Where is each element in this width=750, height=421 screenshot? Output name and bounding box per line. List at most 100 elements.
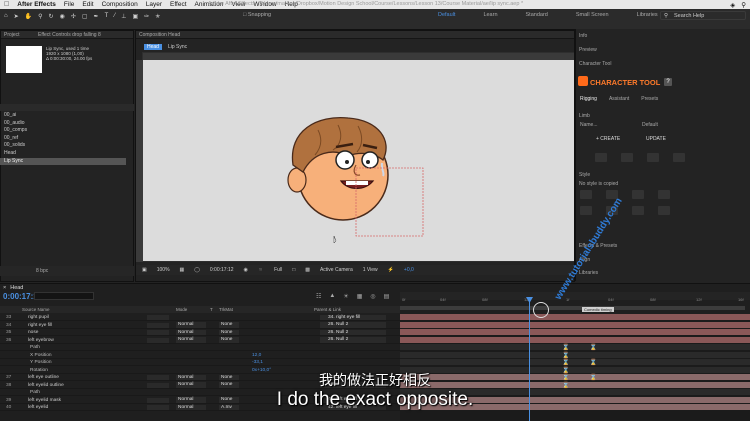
- breadcrumb-head[interactable]: Head: [144, 44, 162, 50]
- pan-tool-icon[interactable]: ✢: [71, 13, 76, 20]
- panel-info[interactable]: Info: [579, 33, 587, 39]
- show-channel-icon[interactable]: ◾: [258, 267, 264, 273]
- camera-tool-icon[interactable]: ◉: [60, 13, 65, 20]
- magnification-select[interactable]: 100%: [157, 267, 170, 273]
- roto-tool-icon[interactable]: ✑: [144, 13, 149, 20]
- pen-tool-icon[interactable]: ✒: [94, 13, 99, 20]
- table-row[interactable]: 34 right eye fill Normal None 26. Null 2: [0, 322, 400, 329]
- update-button[interactable]: UPDATE: [646, 136, 666, 142]
- property-row[interactable]: X Position 12,0: [0, 352, 400, 359]
- keyframe-icon[interactable]: ⌛⌛⌛: [562, 345, 622, 360]
- create-button[interactable]: + CREATE: [596, 136, 620, 142]
- property-value[interactable]: -33,1: [252, 359, 263, 366]
- resolution-select[interactable]: Full: [274, 267, 282, 273]
- always-preview-icon[interactable]: ▣: [142, 267, 147, 273]
- draft-3d-icon[interactable]: ▲: [329, 293, 335, 300]
- style-copy-icon[interactable]: [580, 190, 592, 199]
- property-row[interactable]: Path: [0, 344, 400, 352]
- rig-tool-icon[interactable]: [595, 153, 607, 162]
- table-row[interactable]: 35 nose Normal None 26. Null 2: [0, 329, 400, 337]
- work-area-bar[interactable]: [400, 306, 745, 310]
- col-trkmat[interactable]: TrkMat: [219, 307, 233, 312]
- zoom-tool-icon[interactable]: ⚲: [38, 13, 42, 20]
- transparency-grid-icon[interactable]: ▩: [305, 267, 310, 273]
- tab-assistant[interactable]: Assistant: [609, 96, 629, 102]
- view-layout-select[interactable]: 1 View: [363, 267, 378, 273]
- workspace-small-screen[interactable]: Small Screen: [576, 12, 609, 18]
- parent-select[interactable]: 26. Null 2: [320, 322, 386, 328]
- panel-character-tool[interactable]: Character Tool: [579, 61, 611, 67]
- search-help-input[interactable]: ⚲ Search Help: [660, 11, 746, 20]
- eraser-tool-icon[interactable]: ▣: [132, 13, 138, 20]
- layer-name[interactable]: right pupil: [28, 314, 49, 321]
- time-ruler[interactable]: 0f 04f 08f 12f 1f 04f 08f 12f 16f: [400, 292, 750, 302]
- comp-marker[interactable]: Comedic timing: [582, 307, 614, 312]
- project-item[interactable]: 00_solids: [0, 142, 126, 150]
- blend-mode-select[interactable]: Normal: [176, 337, 206, 343]
- layer-bar[interactable]: [400, 314, 750, 321]
- style-curve-icon[interactable]: [658, 206, 670, 215]
- trkmat-select[interactable]: None: [219, 329, 239, 336]
- workspace-default[interactable]: Default: [438, 12, 455, 18]
- mask-toggle-icon[interactable]: ◯: [194, 267, 200, 273]
- panel-preview[interactable]: Preview: [579, 47, 597, 53]
- rotate-tool-icon[interactable]: ↻: [49, 13, 54, 20]
- col-parent[interactable]: Parent & Link: [314, 307, 341, 312]
- rectangle-tool-icon[interactable]: ▢: [82, 13, 88, 20]
- timeline-tab-label[interactable]: Head: [10, 285, 23, 291]
- region-of-interest-icon[interactable]: □: [292, 267, 295, 273]
- property-row[interactable]: Y Position -33,1: [0, 359, 400, 367]
- tab-project[interactable]: Project: [4, 32, 20, 38]
- wifi-icon[interactable]: ◈: [730, 1, 735, 9]
- workspace-learn[interactable]: Learn: [483, 12, 497, 18]
- menu-composition[interactable]: Composition: [102, 1, 138, 8]
- brush-tool-icon[interactable]: ⁄: [114, 13, 115, 20]
- blend-mode-select[interactable]: Normal: [176, 329, 206, 336]
- workspace-standard[interactable]: Standard: [526, 12, 548, 18]
- breadcrumb-lip-sync[interactable]: Lip Sync: [168, 44, 187, 50]
- motion-blur-icon[interactable]: ◎: [370, 293, 375, 300]
- layer-bar[interactable]: [400, 329, 750, 336]
- layer-bar[interactable]: [400, 321, 750, 328]
- rig-tool-icon[interactable]: [673, 153, 685, 162]
- fast-preview-icon[interactable]: ⚡: [388, 267, 394, 273]
- project-item[interactable]: Head: [0, 150, 126, 158]
- frame-blend-icon[interactable]: ▦: [357, 293, 363, 300]
- project-item[interactable]: 00_comps: [0, 127, 126, 135]
- style-corner-icon[interactable]: [632, 206, 644, 215]
- layer-switches[interactable]: [147, 322, 169, 328]
- parent-select[interactable]: 26. Null 2: [320, 337, 386, 343]
- table-row[interactable]: 36 left eyebrow Normal None 26. Null 2: [0, 337, 400, 344]
- bpc-toggle[interactable]: 8 bpc: [36, 268, 48, 274]
- apple-icon[interactable]: : [4, 1, 9, 8]
- layer-bar[interactable]: [400, 336, 750, 343]
- grid-icon[interactable]: ▦: [180, 267, 185, 273]
- menu-app[interactable]: After Effects: [17, 1, 56, 8]
- tab-composition-head[interactable]: Composition Head: [139, 32, 180, 38]
- snapshot-icon[interactable]: ◉: [244, 267, 248, 273]
- shy-icon[interactable]: ☀: [343, 293, 348, 300]
- property-name[interactable]: Path: [30, 344, 40, 351]
- tab-presets[interactable]: Presets: [641, 96, 658, 102]
- trkmat-select[interactable]: None: [219, 337, 239, 343]
- menu-file[interactable]: File: [64, 1, 74, 8]
- project-item[interactable]: 00_audio: [0, 120, 126, 128]
- current-time[interactable]: 0:00:17:12: [210, 267, 234, 273]
- camera-select[interactable]: Active Camera: [320, 267, 353, 273]
- layer-switches[interactable]: [147, 337, 169, 343]
- property-name[interactable]: X Position: [30, 352, 52, 359]
- menu-layer[interactable]: Layer: [146, 1, 162, 8]
- layer-name[interactable]: right eye fill: [28, 322, 52, 329]
- table-row[interactable]: 33 right pupil 34. right eye fill: [0, 314, 400, 322]
- layer-switches[interactable]: [147, 330, 169, 335]
- exposure-value[interactable]: +0,0: [404, 267, 414, 273]
- spotlight-icon[interactable]: ⚲: [741, 1, 746, 9]
- menu-edit[interactable]: Edit: [82, 1, 93, 8]
- layer-name[interactable]: nose: [28, 329, 38, 336]
- home-icon[interactable]: ⌂: [4, 13, 8, 20]
- project-item[interactable]: 00_ai: [0, 112, 126, 120]
- comp-flowchart-icon[interactable]: ☷: [316, 293, 321, 300]
- workspace-libraries[interactable]: Libraries: [637, 12, 658, 18]
- snapping-toggle[interactable]: □ Snapping: [243, 12, 271, 18]
- parent-select[interactable]: 34. right eye fill: [320, 314, 386, 321]
